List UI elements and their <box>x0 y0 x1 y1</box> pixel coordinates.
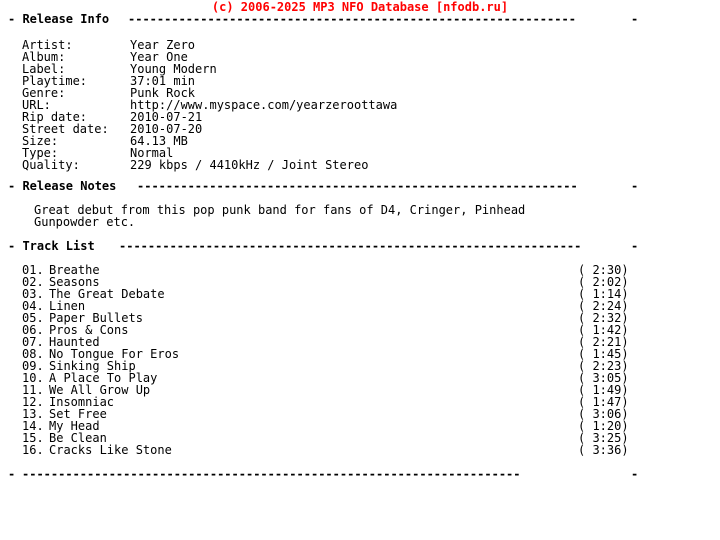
nfo-document: (c) 2006-2025 MP3 NFO Database [nfodb.ru… <box>0 0 720 540</box>
release-notes-rule-end: - <box>631 179 639 193</box>
section-heading-track-list: - Track List <box>8 240 102 252</box>
release-info-field-label: Quality: <box>22 158 80 172</box>
release-info-field: Playtime: 37:01 min <box>0 75 720 87</box>
footer-rule: ----------------------------------------… <box>22 467 521 481</box>
track-number: 16. <box>22 443 44 457</box>
release-note-line: Gunpowder etc. <box>34 215 136 229</box>
footer-rule-end: - <box>631 467 639 481</box>
track-row: 16. Cracks Like Stone ( 3:36) <box>0 444 720 456</box>
release-info-field: Album: Year One <box>0 51 720 63</box>
release-info-field-value: 229 kbps / 4410kHz / Joint Stereo <box>130 158 369 172</box>
release-info-field: Street date: 2010-07-20 <box>0 123 720 135</box>
release-notes-rule: ----------------------------------------… <box>137 179 578 193</box>
footer-rule-start: - <box>8 467 16 481</box>
release-info-field: Label: Young Modern <box>0 63 720 75</box>
release-info-rule-end: - <box>631 12 639 26</box>
release-info-rule: ----------------------------------------… <box>128 12 576 26</box>
release-info-field: URL: http://www.myspace.com/yearzeroottaw… <box>0 99 720 111</box>
track-list-rule: ----------------------------------------… <box>119 239 582 253</box>
track-duration: ( 3:36) <box>578 443 629 457</box>
release-info-field: Size: 64.13 MB <box>0 135 720 147</box>
track-list-rule-end: - <box>631 239 639 253</box>
track-title: Cracks Like Stone <box>49 443 172 457</box>
section-heading-track-list-label: - Track List <box>8 239 102 253</box>
section-heading-release-info: - Release Info <box>8 13 116 25</box>
release-info-field: Quality: 229 kbps / 4410kHz / Joint Stere… <box>0 159 720 171</box>
section-heading-release-notes-label: - Release Notes <box>8 179 124 193</box>
release-info-field: Artist: Year Zero <box>0 39 720 51</box>
section-heading-release-notes: - Release Notes <box>8 180 124 192</box>
section-heading-release-info-label: - Release Info <box>8 12 117 26</box>
